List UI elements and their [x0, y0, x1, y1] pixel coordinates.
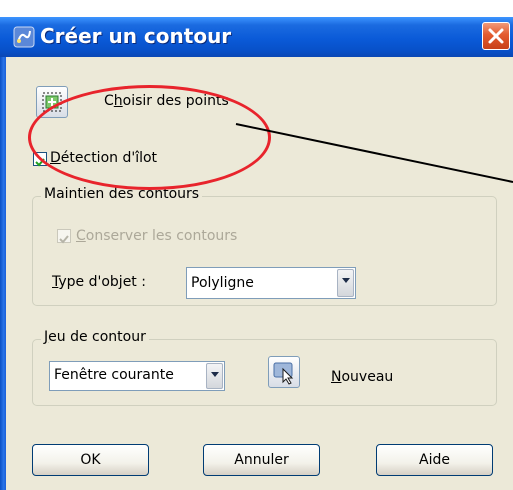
select-objects-icon [273, 362, 294, 385]
checkmark-icon [59, 235, 69, 244]
boundary-set-value: Fenêtre courante [54, 367, 174, 383]
app-icon [13, 26, 35, 48]
object-type-select[interactable]: Polyligne [186, 267, 356, 299]
close-icon [488, 28, 504, 44]
close-button[interactable] [482, 22, 510, 50]
object-type-value: Polyligne [191, 275, 254, 291]
boundary-set-group-label: Jeu de contour [41, 329, 149, 345]
keep-boundaries-checkbox[interactable] [57, 229, 71, 244]
object-type-label: Type d'objet : [52, 274, 146, 290]
ok-button[interactable]: OK [32, 444, 149, 476]
chevron-down-icon[interactable] [337, 269, 354, 297]
cancel-button[interactable]: Annuler [203, 444, 320, 476]
chevron-down-icon[interactable] [206, 363, 223, 389]
new-boundary-set-label[interactable]: Nouveau [331, 369, 393, 385]
help-button[interactable]: Aide [376, 444, 493, 476]
keep-boundaries-label[interactable]: Conserver les contours [76, 228, 237, 244]
boundary-set-select[interactable]: Fenêtre courante [49, 361, 225, 391]
title-bar: Créer un contour [0, 17, 513, 57]
new-boundary-set-button[interactable] [268, 356, 300, 388]
window-title: Créer un contour [40, 24, 232, 48]
annotation-ellipse [28, 85, 271, 190]
